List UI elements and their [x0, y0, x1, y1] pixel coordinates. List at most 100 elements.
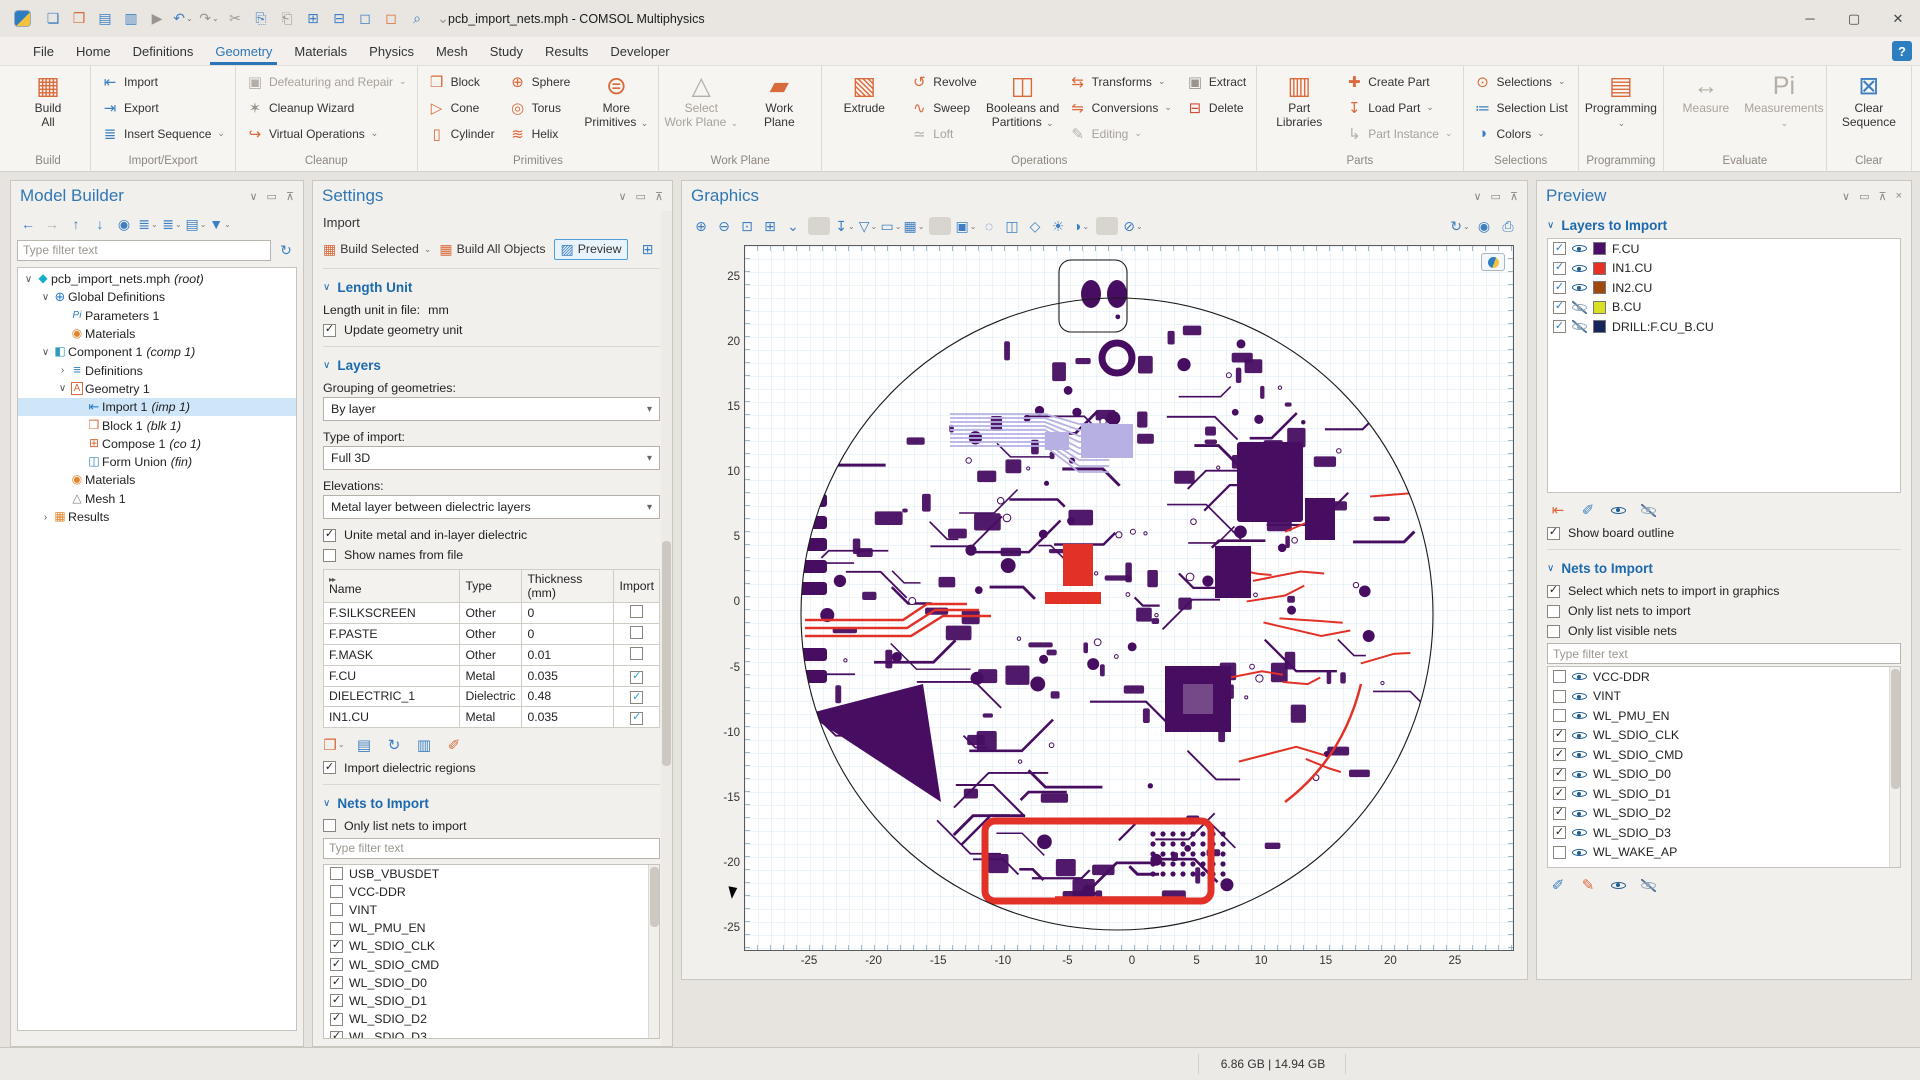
zoom-box-icon[interactable]: ⊡ [736, 215, 758, 237]
layer-stack-icon[interactable]: ▥ [413, 734, 435, 756]
section-layers[interactable]: ∨ Layers [323, 353, 660, 378]
preview-net-checkbox[interactable] [1553, 709, 1566, 722]
net-item[interactable]: WL_SDIO_D3 [324, 1028, 659, 1038]
unite-metal-checkbox[interactable] [323, 529, 336, 542]
transparency-icon[interactable]: ◫ [1001, 215, 1023, 237]
net-checkbox[interactable] [330, 940, 343, 953]
layer-row[interactable]: F.MASK Other 0.01 [324, 645, 660, 666]
preview-net-item[interactable]: WL_SDIO_D2 [1548, 804, 1900, 824]
select-nets-in-graphics-checkbox[interactable] [1547, 585, 1560, 598]
show-net-icon[interactable] [1607, 874, 1629, 896]
eye-icon[interactable] [1572, 242, 1587, 255]
File[interactable]: File [22, 37, 65, 65]
maximize-button[interactable]: ▢ [1832, 0, 1876, 37]
eye-icon[interactable] [1572, 709, 1587, 722]
grid-icon[interactable]: ▦ ⌄ [903, 215, 925, 237]
preview-net-checkbox[interactable] [1553, 748, 1566, 761]
tree-item[interactable]: Materials [18, 325, 296, 343]
preview-net-item[interactable]: VINT [1548, 687, 1900, 707]
scene-orientation-icon[interactable]: ▽ ⌄ [857, 215, 879, 237]
model-builder-filter-input[interactable] [17, 240, 271, 261]
eye-icon[interactable] [1572, 690, 1587, 703]
go-back-icon[interactable]: ← [17, 213, 39, 235]
cone-button[interactable]: ▷ Cone [422, 95, 501, 120]
run-icon[interactable]: ▶ [145, 8, 169, 30]
hide-net-icon[interactable] [1637, 874, 1659, 896]
Physics[interactable]: Physics [358, 37, 425, 65]
type-of-import-select[interactable]: Full 3D [323, 446, 660, 470]
only-list-nets-to-import-checkbox[interactable] [1547, 605, 1560, 618]
edit-nets-icon[interactable]: ✎ [1577, 874, 1599, 896]
layer-checkbox[interactable] [1553, 320, 1566, 333]
net-checkbox[interactable] [330, 976, 343, 989]
tree-item[interactable]: ∨ pcb_import_nets.mph (root) [18, 270, 296, 288]
preview-net-item[interactable]: WL_SDIO_D3 [1548, 823, 1900, 843]
Definitions[interactable]: Definitions [122, 37, 205, 65]
preview-button[interactable]: ▨ Preview [554, 239, 629, 260]
cleanup-layers-icon[interactable]: ✐ [443, 734, 465, 756]
save-as-icon[interactable]: ▥ [119, 8, 143, 30]
tree-expander-icon[interactable]: ∨ [22, 274, 35, 285]
net-checkbox[interactable] [330, 958, 343, 971]
layer-checkbox[interactable] [1553, 242, 1566, 255]
preview-net-item[interactable]: WL_WAKE_AP [1548, 843, 1900, 863]
eye-icon[interactable] [1572, 262, 1587, 275]
snapshot-icon[interactable]: ◉ [1473, 215, 1495, 237]
clear-sequence-button[interactable]: ⊠ ClearSequence [1831, 69, 1907, 132]
part-instance-button[interactable]: ↳ Part Instance ⌄ [1339, 121, 1458, 146]
tree-item[interactable]: › Results [18, 508, 296, 526]
import-checkbox[interactable] [630, 647, 643, 660]
collapse-all-icon[interactable]: ≣ ⌄ [161, 213, 183, 235]
cleanup-wizard-button[interactable]: ✶ Cleanup Wizard [240, 95, 413, 120]
layer-row[interactable]: F.PASTE Other 0 [324, 624, 660, 645]
defeaturing-and-repair-button[interactable]: ▣ Defeaturing and Repair ⌄ [240, 69, 413, 94]
eye-icon[interactable] [1572, 826, 1587, 839]
open-file-icon[interactable]: ❒ [67, 8, 91, 30]
virtual-operations-button[interactable]: ↪ Virtual Operations ⌄ [240, 121, 413, 146]
tree-item[interactable]: Block 1 (blk 1) [18, 416, 296, 434]
net-checkbox[interactable] [330, 922, 343, 935]
pin-panel-icon[interactable]: ⊼ [1510, 190, 1518, 203]
clipping-icon[interactable]: ⊘ ⌄ [1122, 215, 1144, 237]
layer-row[interactable]: DIELECTRIC_1 Dielectric 0.48 [324, 686, 660, 707]
preview-nets-filter-input[interactable] [1547, 643, 1901, 664]
tree-item[interactable]: Form Union (fin) [18, 453, 296, 471]
editing-button[interactable]: ✎ Editing ⌄ [1063, 121, 1178, 146]
float-panel-icon[interactable]: ▭ [267, 190, 277, 203]
conversions-button[interactable]: ⇋ Conversions ⌄ [1063, 95, 1178, 120]
collapse-panel-icon[interactable]: ∨ [618, 190, 626, 203]
save-to-file-icon[interactable]: ▤ [353, 734, 375, 756]
wireframe-icon[interactable]: ◇ [1024, 215, 1046, 237]
preview-net-checkbox[interactable] [1553, 826, 1566, 839]
section-nets-to-import[interactable]: ∨ Nets to Import [323, 791, 660, 816]
scene-light-icon[interactable]: ☀ [1047, 215, 1069, 237]
eye-icon[interactable] [1572, 320, 1587, 333]
measure-button[interactable]: ↔ Measure [1668, 69, 1744, 118]
export-button[interactable]: ⇥ Export [95, 95, 231, 120]
select-work-plane-button[interactable]: △ SelectWork Plane ⌄ [663, 69, 739, 133]
net-checkbox[interactable] [330, 903, 343, 916]
show-layer-icon[interactable] [1607, 499, 1629, 521]
part-libraries-button[interactable]: ▥ PartLibraries [1261, 69, 1337, 132]
Home[interactable]: Home [65, 37, 122, 65]
collapse-panel-icon[interactable]: ∨ [249, 190, 257, 203]
tree-item[interactable]: Mesh 1 [18, 490, 296, 508]
move-up-icon[interactable]: ↑ [65, 213, 87, 235]
find-icon[interactable]: ⌕ [405, 8, 429, 30]
redo-icon[interactable]: ↷ ⌄ [197, 8, 221, 30]
booleans-and-partitions-button[interactable]: ◫ Booleans andPartitions ⌄ [985, 69, 1061, 133]
import-checkbox[interactable] [630, 691, 643, 704]
Geometry[interactable]: Geometry [204, 37, 283, 65]
net-checkbox[interactable] [330, 1031, 343, 1039]
environment-icon[interactable]: ◑ ⌄ [1070, 215, 1092, 237]
paste-icon[interactable]: ⎗ [275, 8, 299, 30]
tree-expander-icon[interactable]: ∨ [56, 383, 69, 394]
sweep-button[interactable]: ∿ Sweep [904, 95, 982, 120]
move-down-icon[interactable]: ↓ [89, 213, 111, 235]
tree-item[interactable]: › Definitions [18, 361, 296, 379]
comsol-canvas-logo-icon[interactable] [1481, 253, 1505, 271]
layer-item[interactable]: F.CU [1548, 239, 1900, 259]
go-to-default-view-icon[interactable]: ↧ ⌄ [834, 215, 856, 237]
preview-net-item[interactable]: WL_SDIO_D0 [1548, 765, 1900, 785]
tree-item[interactable]: ∨ Component 1 (comp 1) [18, 343, 296, 361]
